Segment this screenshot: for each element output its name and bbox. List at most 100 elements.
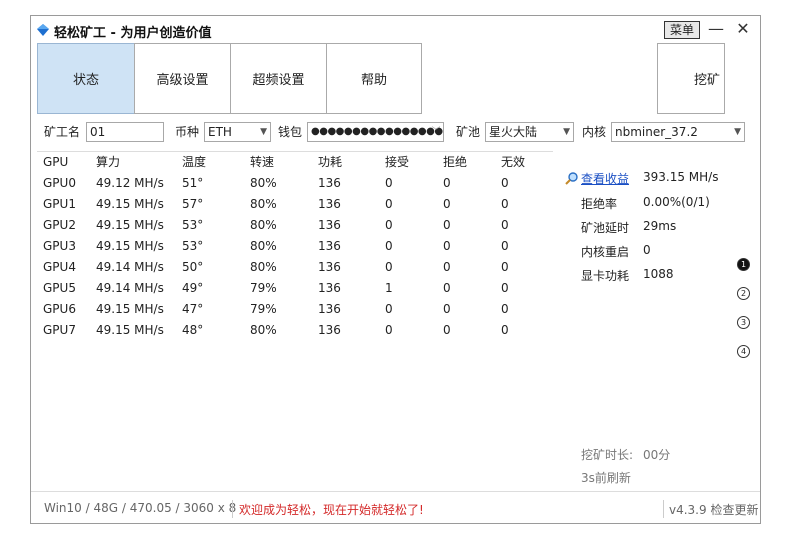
menu-button[interactable]: 菜单	[664, 21, 700, 39]
cell-gpu: GPU0	[43, 176, 76, 190]
cell-accepted: 0	[385, 176, 393, 190]
worker-name-input[interactable]: 01	[86, 122, 164, 142]
version-update-link[interactable]: v4.3.9 检查更新	[669, 501, 758, 518]
worker-label: 矿工名	[44, 125, 81, 139]
col-invalid: 无效	[501, 155, 526, 169]
cell-invalid: 0	[501, 260, 509, 274]
cell-accepted: 0	[385, 260, 393, 274]
cell-invalid: 0	[501, 239, 509, 253]
cell-hashrate: 49.15 MH/s	[96, 239, 164, 253]
cell-fan: 80%	[250, 176, 277, 190]
mining-time-value: 00分	[643, 448, 671, 462]
cell-temp: 53°	[182, 239, 204, 253]
coin-select[interactable]: ETH ▼	[204, 122, 271, 142]
col-accepted: 接受	[385, 155, 410, 169]
cell-gpu: GPU7	[43, 323, 76, 337]
coin-label: 币种	[175, 125, 200, 139]
chevron-down-icon: ﹀	[431, 127, 440, 137]
cell-hashrate: 49.14 MH/s	[96, 260, 164, 274]
cell-power: 136	[318, 176, 341, 190]
wallet-select[interactable]: ●●●●●●●●●●●●●●●● ﹀	[307, 122, 444, 142]
cell-temp: 53°	[182, 218, 204, 232]
cell-rejected: 0	[443, 176, 451, 190]
tab-overclock-settings[interactable]: 超频设置	[230, 43, 327, 114]
cell-hashrate: 49.14 MH/s	[96, 281, 164, 295]
total-hashrate: 393.15 MH/s	[643, 170, 719, 184]
gpu-power-label: 显卡功耗	[581, 269, 630, 283]
page-2-button[interactable]: 2	[737, 287, 750, 300]
cell-hashrate: 49.15 MH/s	[96, 197, 164, 211]
page-4-button[interactable]: 4	[737, 345, 750, 358]
kernel-value: nbminer_37.2	[615, 125, 698, 139]
cell-power: 136	[318, 323, 341, 337]
cell-accepted: 1	[385, 281, 393, 295]
cell-invalid: 0	[501, 176, 509, 190]
cell-fan: 80%	[250, 239, 277, 253]
tab-status[interactable]: 状态	[37, 43, 135, 114]
worker-name-value: 01	[90, 125, 106, 139]
cell-fan: 80%	[250, 197, 277, 211]
col-hashrate: 算力	[96, 155, 121, 169]
col-temp: 温度	[182, 155, 207, 169]
pool-select[interactable]: 星火大陆 ▼	[485, 122, 574, 142]
status-divider	[232, 500, 233, 518]
cell-gpu: GPU6	[43, 302, 76, 316]
gpu-table: GPU 算力 温度 转速 功耗 接受 拒绝 无效 GPU0 49.12 MH/s…	[37, 151, 553, 492]
cell-fan: 79%	[250, 302, 277, 316]
tab-advanced-settings-label: 高级设置	[156, 73, 209, 88]
tab-help[interactable]: 帮助	[326, 43, 422, 114]
page-1-button[interactable]: 1	[737, 258, 750, 271]
kernel-select[interactable]: nbminer_37.2 ▼	[611, 122, 745, 142]
close-button[interactable]: ✕	[734, 19, 752, 39]
diamond-icon	[37, 24, 49, 36]
cell-power: 136	[318, 302, 341, 316]
coin-value: ETH	[208, 125, 232, 139]
status-divider	[663, 500, 664, 518]
view-earnings-link[interactable]: 查看收益	[581, 170, 629, 187]
kernel-label: 内核	[582, 125, 607, 139]
cell-invalid: 0	[501, 197, 509, 211]
cell-gpu: GPU1	[43, 197, 76, 211]
pool-label: 矿池	[456, 125, 481, 139]
gpu-power-value: 1088	[643, 267, 674, 281]
cell-fan: 80%	[250, 218, 277, 232]
cell-fan: 79%	[250, 281, 277, 295]
cell-accepted: 0	[385, 218, 393, 232]
cell-invalid: 0	[501, 323, 509, 337]
cell-rejected: 0	[443, 197, 451, 211]
cell-invalid: 0	[501, 302, 509, 316]
status-bar: Win10 / 48G / 470.05 / 3060 x 8 欢迎成为轻松，现…	[31, 491, 760, 525]
cell-temp: 49°	[182, 281, 204, 295]
cell-gpu: GPU3	[43, 239, 76, 253]
reject-rate-label: 拒绝率	[581, 197, 618, 211]
cell-accepted: 0	[385, 302, 393, 316]
cell-gpu: GPU2	[43, 218, 76, 232]
title-bar[interactable]: 轻松矿工 - 为用户创造价值 菜单 — ✕	[31, 16, 760, 44]
cell-fan: 80%	[250, 260, 277, 274]
tab-status-label: 状态	[72, 73, 99, 88]
minimize-button[interactable]: —	[707, 19, 725, 39]
cell-rejected: 0	[443, 323, 451, 337]
cell-hashrate: 49.15 MH/s	[96, 218, 164, 232]
mine-button[interactable]: 挖矿	[657, 43, 725, 114]
col-rejected: 拒绝	[443, 155, 468, 169]
cell-rejected: 0	[443, 260, 451, 274]
cell-rejected: 0	[443, 302, 451, 316]
col-gpu: GPU	[43, 155, 69, 169]
tab-help-label: 帮助	[360, 73, 387, 88]
wallet-label: 钱包	[278, 125, 303, 139]
col-fan: 转速	[250, 155, 275, 169]
cell-power: 136	[318, 260, 341, 274]
window-title: 轻松矿工 - 为用户创造价值	[54, 26, 212, 41]
tab-overclock-settings-label: 超频设置	[252, 73, 305, 88]
cell-power: 136	[318, 239, 341, 253]
system-info: Win10 / 48G / 470.05 / 3060 x 8	[44, 501, 237, 515]
tab-advanced-settings[interactable]: 高级设置	[134, 43, 231, 114]
cell-fan: 80%	[250, 323, 277, 337]
wallet-value: ●●●●●●●●●●●●●●●●	[311, 126, 443, 137]
chevron-down-icon: ▼	[260, 127, 267, 137]
kernel-restart-label: 内核重启	[581, 245, 630, 259]
page-3-button[interactable]: 3	[737, 316, 750, 329]
kernel-restart-value: 0	[643, 243, 651, 257]
mine-button-label: 挖矿	[693, 73, 720, 88]
